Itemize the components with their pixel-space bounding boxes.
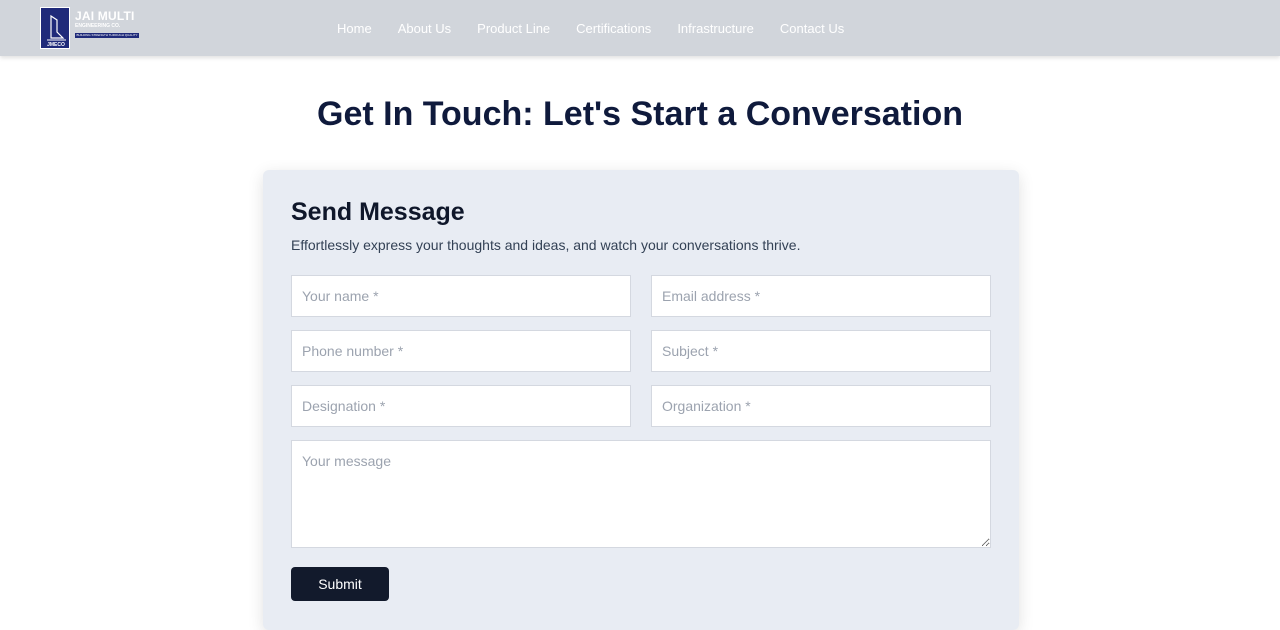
nav-infrastructure[interactable]: Infrastructure	[677, 21, 754, 36]
brand-subtitle: ENGINEERING CO.	[75, 23, 121, 29]
jmeco-logo-icon: JMECO	[40, 7, 70, 49]
nav-product-line[interactable]: Product Line	[477, 21, 550, 36]
nav-certifications[interactable]: Certifications	[576, 21, 651, 36]
brand-text: JAI MULTI ENGINEERING CO. BUILDING STREN…	[75, 10, 139, 38]
submit-button[interactable]: Submit	[291, 567, 389, 601]
navbar: JMECO JAI MULTI ENGINEERING CO. BUILDING…	[0, 0, 1280, 56]
subject-field[interactable]	[651, 330, 991, 372]
phone-field[interactable]	[291, 330, 631, 372]
organization-field[interactable]	[651, 385, 991, 427]
nav-contact-us[interactable]: Contact Us	[780, 21, 844, 36]
email-field[interactable]	[651, 275, 991, 317]
page-title: Get In Touch: Let's Start a Conversation	[317, 95, 963, 133]
brand-logo[interactable]: JMECO JAI MULTI ENGINEERING CO. BUILDING…	[40, 7, 140, 49]
main-nav: Home About Us Product Line Certification…	[337, 0, 870, 56]
nav-home[interactable]: Home	[337, 21, 372, 36]
message-field[interactable]	[291, 440, 991, 548]
logo-mark-text: JMECO	[47, 42, 65, 48]
contact-form-card: Send Message Effortlessly express your t…	[263, 170, 1019, 630]
form-title: Send Message	[291, 198, 465, 226]
brand-name: JAI MULTI	[75, 9, 135, 23]
designation-field[interactable]	[291, 385, 631, 427]
nav-about-us[interactable]: About Us	[398, 21, 451, 36]
brand-tagline: BUILDING STRENGTH THROUGH QUALITY	[75, 33, 139, 38]
form-description: Effortlessly express your thoughts and i…	[291, 237, 801, 253]
name-field[interactable]	[291, 275, 631, 317]
